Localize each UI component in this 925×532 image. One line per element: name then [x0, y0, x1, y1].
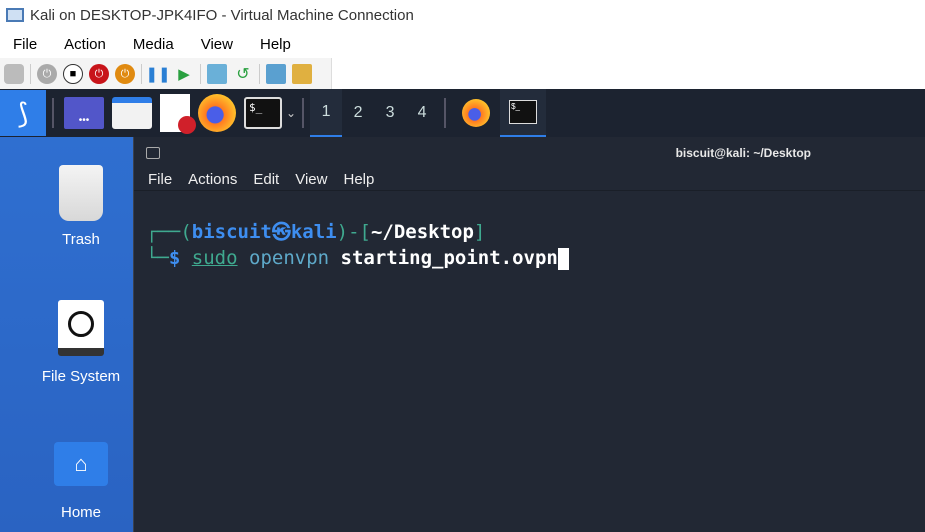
desktop-icon-label: File System	[41, 368, 121, 385]
workspace-4[interactable]: 4	[406, 89, 438, 137]
divider	[30, 64, 31, 84]
text-cursor	[557, 247, 569, 270]
kali-menu-icon[interactable]: ⟆	[0, 90, 46, 136]
prompt-user: biscuit	[191, 221, 272, 243]
desktop-icon-trash[interactable]: Trash	[20, 165, 142, 248]
divider	[302, 98, 305, 128]
workspace-3[interactable]: 3	[374, 89, 406, 137]
command-line: └─$ sudo openvpn starting_point.ovpn	[146, 245, 925, 271]
command-arg: openvpn	[249, 247, 330, 269]
desktop-icon-home[interactable]: ⌂ Home	[20, 442, 142, 521]
desktop-icon-label: Home	[60, 504, 101, 521]
command-name: sudo	[191, 247, 238, 269]
window-titlebar: Kali on DESKTOP-JPK4IFO - Virtual Machin…	[0, 0, 925, 30]
menu-action[interactable]: Action	[51, 36, 120, 53]
trash-icon	[59, 165, 103, 221]
workspace-1[interactable]: 1	[310, 89, 343, 137]
revert-icon[interactable]: ↺	[233, 64, 253, 84]
taskbar-firefox-icon[interactable]	[456, 93, 496, 133]
firefox-icon[interactable]	[198, 93, 236, 133]
prompt-line: ┌──(biscuit㉿kali)-[~/Desktop]	[146, 219, 925, 245]
home-folder-icon: ⌂	[54, 442, 108, 486]
show-desktop-icon[interactable]: •••	[64, 93, 104, 133]
prompt-host: kali	[290, 221, 337, 243]
divider	[444, 98, 447, 128]
terminal-title: biscuit@kali: ~/Desktop	[675, 146, 811, 160]
divider	[259, 64, 260, 84]
terminal-menu-help[interactable]: Help	[343, 171, 374, 188]
prompt-dollar: $	[168, 247, 192, 269]
terminal-titlebar: biscuit@kali: ~/Desktop	[134, 137, 925, 169]
divider	[200, 64, 201, 84]
prompt-separator: ㉿	[271, 221, 291, 243]
menu-view[interactable]: View	[188, 36, 247, 53]
terminal-icon	[146, 147, 160, 159]
menu-help[interactable]: Help	[247, 36, 305, 53]
turn-off-icon[interactable]: ■	[63, 64, 83, 84]
vm-toolbar: ⏻ ■ ⏻ ⏻ ❚❚ ▶ ↺	[0, 58, 332, 90]
menu-file[interactable]: File	[0, 36, 51, 53]
terminal-window: biscuit@kali: ~/Desktop File Actions Edi…	[133, 137, 925, 532]
workspace-2[interactable]: 2	[342, 89, 374, 137]
menu-media[interactable]: Media	[120, 36, 188, 53]
file-manager-icon[interactable]	[112, 93, 152, 133]
ctrl-alt-del-icon[interactable]	[4, 64, 24, 84]
shutdown-icon[interactable]: ⏻	[89, 64, 109, 84]
menu-bar: File Action Media View Help	[0, 30, 925, 58]
divider	[52, 98, 54, 128]
share-icon[interactable]	[292, 64, 312, 84]
kali-top-panel: ⟆ ••• $_ ⌄ 1 2 3 4 $_	[0, 89, 925, 137]
terminal-output[interactable]: ┌──(biscuit㉿kali)-[~/Desktop] └─$ sudo op…	[134, 219, 925, 271]
prompt-bracket: )-[	[336, 221, 371, 243]
prompt-path: ~/Desktop	[370, 221, 474, 243]
drive-icon	[58, 300, 104, 356]
enhanced-session-icon[interactable]	[266, 64, 286, 84]
terminal-menu-edit[interactable]: Edit	[253, 171, 279, 188]
terminal-menu-file[interactable]: File	[148, 171, 172, 188]
desktop-icon-label: Trash	[62, 231, 100, 248]
prompt-corner: └─	[146, 247, 169, 269]
pause-icon[interactable]: ❚❚	[145, 64, 170, 84]
terminal-menu-view[interactable]: View	[295, 171, 327, 188]
desktop-icon-file-system[interactable]: File System	[20, 300, 142, 385]
prompt-bracket: ]	[473, 221, 486, 243]
terminal-launcher-icon[interactable]: $_	[244, 93, 282, 133]
divider	[141, 64, 142, 84]
resume-icon[interactable]: ▶	[174, 64, 194, 84]
text-editor-icon[interactable]	[160, 93, 196, 134]
save-icon[interactable]: ⏻	[115, 64, 135, 84]
checkpoint-icon[interactable]	[207, 64, 227, 84]
command-arg: starting_point.ovpn	[340, 247, 558, 269]
window-title: Kali on DESKTOP-JPK4IFO - Virtual Machin…	[30, 6, 414, 24]
terminal-menu-bar: File Actions Edit View Help	[134, 169, 925, 191]
terminal-menu-actions[interactable]: Actions	[188, 171, 237, 188]
chevron-down-icon[interactable]: ⌄	[286, 106, 296, 120]
vm-connection-icon	[6, 8, 24, 22]
taskbar-terminal-icon[interactable]: $_	[500, 89, 547, 137]
start-icon[interactable]: ⏻	[37, 64, 57, 84]
prompt-bracket: ┌──(	[146, 221, 192, 243]
